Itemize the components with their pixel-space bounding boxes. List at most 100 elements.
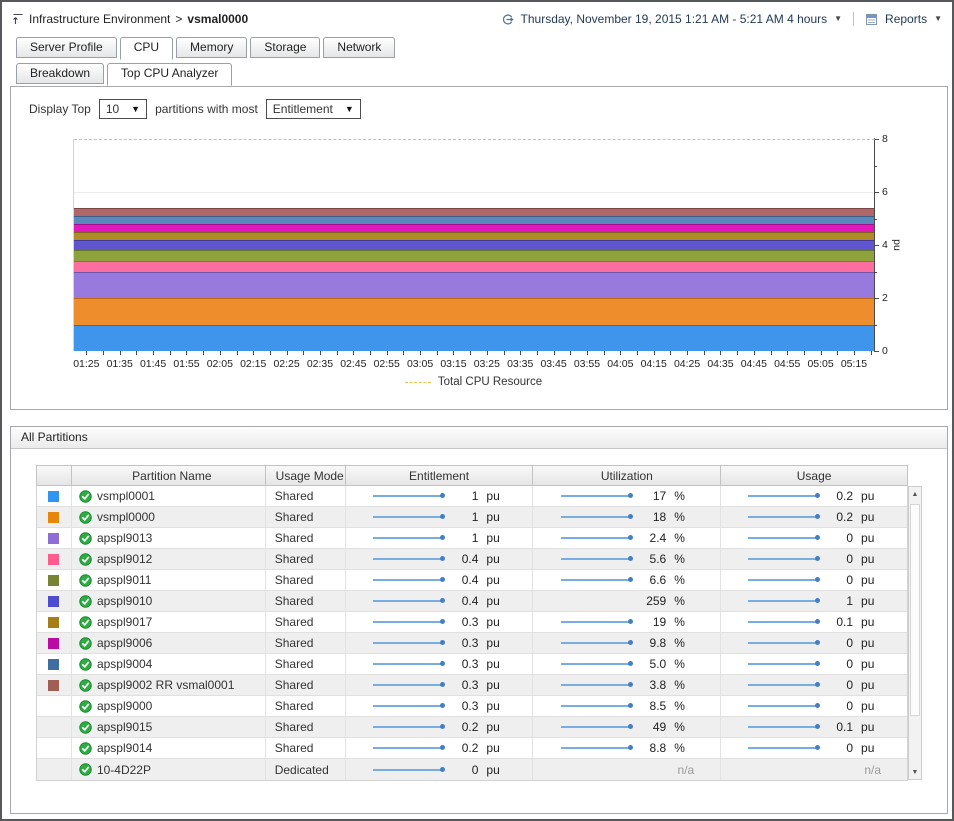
table-row[interactable]: apspl9006Shared0.3pu9.8%0pu xyxy=(37,633,907,654)
usage-mode-cell: Shared xyxy=(266,717,346,737)
utilization-sparkline xyxy=(561,705,631,707)
entitlement-sparkline xyxy=(373,600,443,602)
usage-sparkline xyxy=(748,600,818,602)
tab-cpu[interactable]: CPU xyxy=(120,37,173,60)
utilization-value: 8.8 xyxy=(639,741,666,755)
breadcrumb-root-link[interactable]: Infrastructure Environment xyxy=(29,12,170,26)
usage-value: 0.1 xyxy=(826,615,853,629)
metric-select[interactable]: Entitlement ▼ xyxy=(266,99,361,119)
reports-chevron-down-icon[interactable]: ▼ xyxy=(934,15,942,23)
usage-value: 0 xyxy=(826,636,853,650)
entitlement-value: 0 xyxy=(451,763,478,777)
tab-network[interactable]: Network xyxy=(323,37,395,58)
series-color-cell xyxy=(37,738,72,758)
utilization-value: 5.0 xyxy=(639,657,666,671)
table-scrollbar[interactable]: ▲ ▼ xyxy=(908,486,922,780)
utilization-value: 2.4 xyxy=(639,531,666,545)
series-color-cell xyxy=(37,528,72,548)
partition-name[interactable]: apspl9000 xyxy=(97,699,152,713)
series-color-swatch xyxy=(48,659,59,670)
column-header-swatch[interactable] xyxy=(37,466,72,485)
tab-server-profile[interactable]: Server Profile xyxy=(16,37,117,58)
tab-breakdown[interactable]: Breakdown xyxy=(16,63,104,84)
entitlement-value: 0.3 xyxy=(451,678,478,692)
table-row[interactable]: apspl9013Shared1pu2.4%0pu xyxy=(37,528,907,549)
partition-name[interactable]: apspl9010 xyxy=(97,594,152,608)
x-axis-tick xyxy=(670,351,671,355)
reports-label[interactable]: Reports xyxy=(885,12,927,26)
column-header-partition-name[interactable]: Partition Name xyxy=(72,466,266,485)
partition-name[interactable]: 10-4D22P xyxy=(97,763,151,777)
entitlement-cell: 0.3pu xyxy=(346,633,534,653)
y-axis-tick xyxy=(874,192,879,193)
y-axis-tick xyxy=(874,325,877,326)
drill-up-icon[interactable] xyxy=(12,13,24,25)
utilization-cell: 8.8% xyxy=(533,738,721,758)
table-header-row: Partition NameUsage ModeEntitlementUtili… xyxy=(36,465,908,486)
sub-tabs: BreakdownTop CPU Analyzer xyxy=(16,63,232,86)
column-header-entitlement[interactable]: Entitlement xyxy=(346,466,534,485)
table-row[interactable]: vsmpl0001Shared1pu17%0.2pu xyxy=(37,486,907,507)
entitlement-value: 0.2 xyxy=(451,720,478,734)
display-controls: Display Top 10 ▼ partitions with most En… xyxy=(29,99,361,119)
x-axis-tick xyxy=(837,351,838,355)
top-count-select[interactable]: 10 ▼ xyxy=(99,99,147,119)
table-row[interactable]: apspl9017Shared0.3pu19%0.1pu xyxy=(37,612,907,633)
utilization-cell: n/a xyxy=(533,759,721,780)
entitlement-sparkline xyxy=(373,705,443,707)
usage-cell: 1pu xyxy=(721,591,907,611)
x-axis-tick xyxy=(654,351,655,355)
usage-mode-cell: Shared xyxy=(266,633,346,653)
series-color-swatch xyxy=(48,596,59,607)
entitlement-cell: 0.3pu xyxy=(346,675,534,695)
table-row[interactable]: apspl9004Shared0.3pu5.0%0pu xyxy=(37,654,907,675)
partition-name[interactable]: apspl9017 xyxy=(97,615,152,629)
x-axis-tick xyxy=(604,351,605,355)
table-row[interactable]: apspl9015Shared0.2pu49%0.1pu xyxy=(37,717,907,738)
entitlement-sparkline xyxy=(373,495,443,497)
status-ok-icon xyxy=(79,637,92,650)
column-header-usage[interactable]: Usage xyxy=(721,466,907,485)
column-header-usage-mode[interactable]: Usage Mode xyxy=(266,466,346,485)
entitlement-cell: 1pu xyxy=(346,528,534,548)
table-row[interactable]: apspl9012Shared0.4pu5.6%0pu xyxy=(37,549,907,570)
partition-name[interactable]: apspl9006 xyxy=(97,636,152,650)
tab-storage[interactable]: Storage xyxy=(250,37,320,58)
stacked-area-chart: Total CPU Resource 02468pu01:2501:3501:4… xyxy=(73,139,933,389)
partition-name[interactable]: apspl9002 RR vsmal0001 xyxy=(97,678,234,692)
series-color-cell xyxy=(37,486,72,506)
time-range-label[interactable]: Thursday, November 19, 2015 1:21 AM - 5:… xyxy=(521,12,828,26)
partition-name[interactable]: apspl9014 xyxy=(97,741,152,755)
usage-sparkline xyxy=(748,621,818,623)
partition-name[interactable]: apspl9015 xyxy=(97,720,152,734)
partition-name[interactable]: apspl9004 xyxy=(97,657,152,671)
scrollbar-thumb[interactable] xyxy=(910,504,920,716)
series-color-cell xyxy=(37,633,72,653)
table-row[interactable]: apspl9014Shared0.2pu8.8%0pu xyxy=(37,738,907,759)
scroll-up-icon[interactable]: ▲ xyxy=(909,488,921,500)
partition-name[interactable]: apspl9013 xyxy=(97,531,152,545)
table-row[interactable]: apspl9000Shared0.3pu8.5%0pu xyxy=(37,696,907,717)
time-range-chevron-down-icon[interactable]: ▼ xyxy=(834,15,842,23)
table-row[interactable]: vsmpl0000Shared1pu18%0.2pu xyxy=(37,507,907,528)
tab-top-cpu-analyzer[interactable]: Top CPU Analyzer xyxy=(107,63,232,86)
table-row[interactable]: apspl9002 RR vsmal0001Shared0.3pu3.8%0pu xyxy=(37,675,907,696)
utilization-unit: % xyxy=(674,594,694,608)
partition-name[interactable]: apspl9011 xyxy=(97,573,152,587)
table-row[interactable]: apspl9011Shared0.4pu6.6%0pu xyxy=(37,570,907,591)
utilization-value: 6.6 xyxy=(639,573,666,587)
usage-mode-cell: Shared xyxy=(266,696,346,716)
usage-mode-cell: Shared xyxy=(266,486,346,506)
table-row[interactable]: apspl9010Shared0.4pu259%1pu xyxy=(37,591,907,612)
partition-name[interactable]: apspl9012 xyxy=(97,552,152,566)
partition-name[interactable]: vsmpl0001 xyxy=(97,489,155,503)
x-axis-tick-label: 01:45 xyxy=(140,358,166,370)
x-axis-tick xyxy=(453,351,454,355)
area-band-apspl9013 xyxy=(74,272,875,299)
tab-memory[interactable]: Memory xyxy=(176,37,247,58)
entitlement-value: 0.3 xyxy=(451,615,478,629)
table-row[interactable]: 10-4D22PDedicated0pun/an/a xyxy=(37,759,907,780)
partition-name[interactable]: vsmpl0000 xyxy=(97,510,155,524)
scroll-down-icon[interactable]: ▼ xyxy=(909,766,921,778)
column-header-utilization[interactable]: Utilization xyxy=(533,466,721,485)
